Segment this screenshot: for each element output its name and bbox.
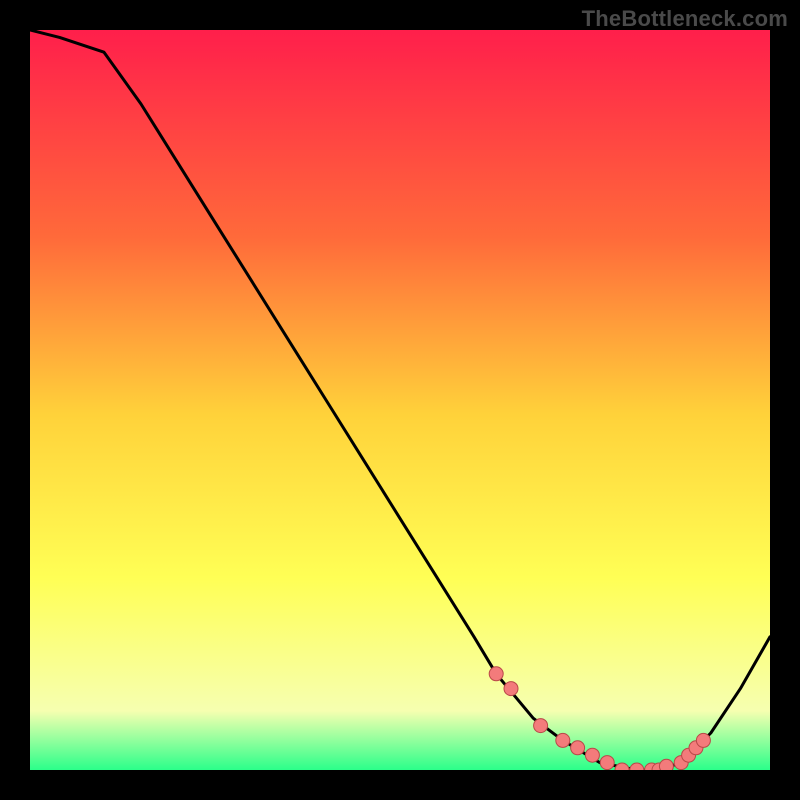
marker-point bbox=[571, 741, 585, 755]
bottleneck-chart bbox=[30, 30, 770, 770]
marker-point bbox=[534, 719, 548, 733]
marker-point bbox=[696, 733, 710, 747]
marker-point bbox=[659, 759, 673, 770]
gradient-background bbox=[30, 30, 770, 770]
marker-point bbox=[504, 682, 518, 696]
marker-point bbox=[585, 748, 599, 762]
chart-frame: TheBottleneck.com bbox=[0, 0, 800, 800]
marker-point bbox=[600, 756, 614, 770]
plot-area bbox=[30, 30, 770, 770]
watermark-text: TheBottleneck.com bbox=[582, 6, 788, 32]
marker-point bbox=[489, 667, 503, 681]
marker-point bbox=[556, 733, 570, 747]
